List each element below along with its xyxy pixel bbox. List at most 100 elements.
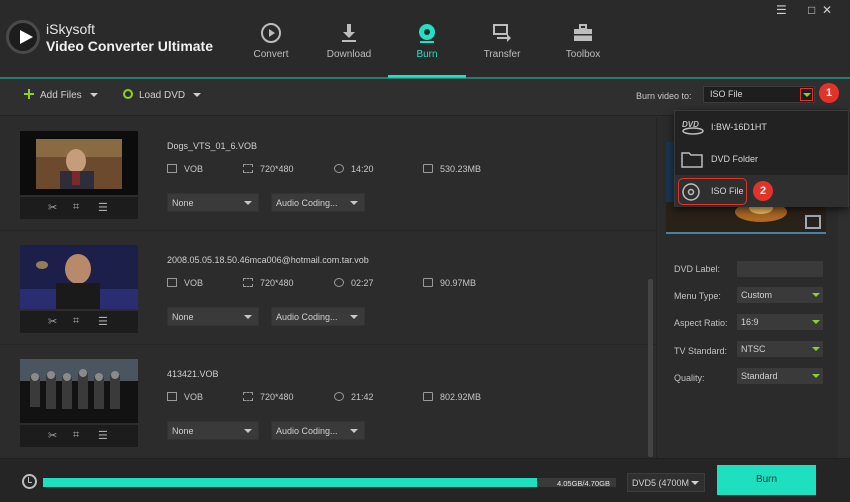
audio-value: Audio Coding... bbox=[276, 312, 338, 322]
brand-name: iSkysoft bbox=[46, 21, 96, 37]
file-format-value: VOB bbox=[184, 278, 204, 288]
close-icon[interactable]: ✕ bbox=[822, 3, 832, 17]
menu-type-select[interactable]: Custom bbox=[737, 287, 823, 303]
list-item[interactable]: ✂ ⌗ ☰ Dogs_VTS_01_6.VOB VOB 720*480 14:2… bbox=[0, 117, 656, 231]
folder-icon bbox=[423, 164, 433, 173]
film-icon bbox=[167, 392, 177, 401]
settings-sliders-icon[interactable]: ☰ bbox=[98, 429, 108, 442]
file-list: ✂ ⌗ ☰ Dogs_VTS_01_6.VOB VOB 720*480 14:2… bbox=[0, 117, 656, 459]
file-name: 413421.VOB bbox=[167, 369, 219, 379]
add-files-button[interactable]: Add Files bbox=[24, 88, 98, 104]
quality-select[interactable]: Standard bbox=[737, 368, 823, 384]
dvd-drive-icon: DVD bbox=[681, 118, 705, 139]
file-resolution-value: 720*480 bbox=[260, 278, 294, 288]
clock-icon bbox=[334, 392, 344, 401]
list-item[interactable]: ✂ ⌗ ☰ 413421.VOB VOB 720*480 21:42 802.9… bbox=[0, 345, 656, 459]
file-format: VOB bbox=[167, 392, 203, 402]
audio-select[interactable]: Audio Coding... bbox=[271, 193, 365, 212]
list-item[interactable]: ✂ ⌗ ☰ 2008.05.05.18.50.46mca006@hotmail.… bbox=[0, 231, 656, 345]
file-size: 802.92MB bbox=[423, 392, 481, 402]
tab-convert-label: Convert bbox=[253, 49, 289, 60]
file-size-value: 90.97MB bbox=[440, 278, 477, 288]
menu-icon[interactable]: ☰ bbox=[776, 3, 787, 17]
disc-icon bbox=[123, 89, 133, 99]
burn-button[interactable]: Burn bbox=[717, 465, 816, 495]
video-thumbnail[interactable] bbox=[20, 359, 138, 423]
load-dvd-label: Load DVD bbox=[139, 90, 186, 101]
convert-icon bbox=[260, 22, 282, 44]
add-files-label: Add Files bbox=[40, 90, 82, 101]
file-resolution: 720*480 bbox=[243, 164, 294, 174]
resolution-icon bbox=[243, 164, 253, 173]
tv-standard-select[interactable]: NTSC bbox=[737, 341, 823, 357]
settings-sliders-icon[interactable]: ☰ bbox=[98, 201, 108, 214]
folder-icon bbox=[681, 150, 703, 171]
aspect-ratio-select[interactable]: 16:9 bbox=[737, 314, 823, 330]
chevron-down-icon bbox=[350, 201, 358, 205]
file-size: 90.97MB bbox=[423, 278, 476, 288]
toolbox-icon bbox=[572, 22, 594, 44]
subtitle-select[interactable]: None bbox=[167, 193, 259, 212]
dvd-label-label: DVD Label: bbox=[674, 264, 721, 274]
tab-burn[interactable]: Burn bbox=[388, 0, 466, 78]
dvd-label-input[interactable] bbox=[737, 261, 823, 277]
video-thumbnail[interactable] bbox=[20, 245, 138, 309]
file-duration: 14:20 bbox=[334, 164, 374, 174]
video-thumbnail[interactable] bbox=[20, 131, 138, 195]
folder-icon bbox=[423, 392, 433, 401]
chevron-down-icon bbox=[812, 320, 820, 324]
settings-sliders-icon[interactable]: ☰ bbox=[98, 315, 108, 328]
scissors-icon[interactable]: ✂ bbox=[48, 315, 57, 328]
subtitle-value: None bbox=[172, 198, 194, 208]
scissors-icon[interactable]: ✂ bbox=[48, 201, 57, 214]
tab-download[interactable]: Download bbox=[310, 0, 388, 78]
disc-type-select[interactable]: DVD5 (4700M bbox=[627, 473, 705, 492]
audio-value: Audio Coding... bbox=[276, 198, 338, 208]
file-format-value: VOB bbox=[184, 392, 204, 402]
scissors-icon[interactable]: ✂ bbox=[48, 429, 57, 442]
disc-capacity-bar bbox=[43, 478, 616, 487]
tab-transfer[interactable]: Transfer bbox=[463, 0, 541, 78]
tab-convert[interactable]: Convert bbox=[232, 0, 310, 78]
chevron-down-icon bbox=[244, 201, 252, 205]
file-resolution-value: 720*480 bbox=[260, 392, 294, 402]
product-name: Video Converter Ultimate bbox=[46, 38, 214, 54]
download-icon bbox=[338, 22, 360, 44]
file-name: Dogs_VTS_01_6.VOB bbox=[167, 141, 258, 151]
load-dvd-button[interactable]: Load DVD bbox=[123, 88, 202, 104]
app-logo-icon bbox=[6, 20, 40, 54]
crop-icon[interactable]: ⌗ bbox=[73, 201, 79, 214]
chevron-down-icon[interactable] bbox=[800, 88, 813, 101]
iso-highlight-frame bbox=[678, 178, 747, 205]
audio-select[interactable]: Audio Coding... bbox=[271, 421, 365, 440]
resolution-icon bbox=[243, 278, 253, 287]
chevron-down-icon bbox=[812, 347, 820, 351]
tab-toolbox[interactable]: Toolbox bbox=[544, 0, 622, 78]
film-icon bbox=[167, 278, 177, 287]
file-list-scrollbar[interactable] bbox=[648, 279, 653, 457]
menu-item-dvd-folder[interactable]: DVD Folder bbox=[675, 143, 848, 175]
step-badge: 1 bbox=[819, 83, 839, 103]
subtitle-value: None bbox=[172, 312, 194, 322]
menu-item-label: DVD Folder bbox=[711, 154, 759, 164]
resolution-icon bbox=[243, 392, 253, 401]
maximize-icon[interactable]: □ bbox=[808, 3, 815, 17]
crop-icon[interactable]: ⌗ bbox=[73, 429, 79, 442]
burn-target-select[interactable]: ISO File bbox=[703, 86, 815, 103]
file-duration: 21:42 bbox=[334, 392, 374, 402]
menu-item-dvd-drive[interactable]: DVD I:BW-16D1HT bbox=[675, 111, 848, 143]
chevron-down-icon[interactable] bbox=[193, 93, 202, 97]
quality-label: Quality: bbox=[674, 373, 705, 383]
tv-standard-value: NTSC bbox=[741, 344, 766, 354]
file-duration-value: 02:27 bbox=[351, 278, 374, 288]
chevron-down-icon[interactable] bbox=[89, 93, 98, 97]
file-size-value: 802.92MB bbox=[440, 392, 482, 402]
subtitle-value: None bbox=[172, 426, 194, 436]
subtitle-select[interactable]: None bbox=[167, 307, 259, 326]
crop-icon[interactable]: ⌗ bbox=[73, 315, 79, 328]
subtitle-select[interactable]: None bbox=[167, 421, 259, 440]
menu-type-value: Custom bbox=[741, 290, 773, 300]
audio-select[interactable]: Audio Coding... bbox=[271, 307, 365, 326]
alarm-clock-icon[interactable] bbox=[22, 474, 37, 489]
tab-download-label: Download bbox=[326, 49, 372, 60]
